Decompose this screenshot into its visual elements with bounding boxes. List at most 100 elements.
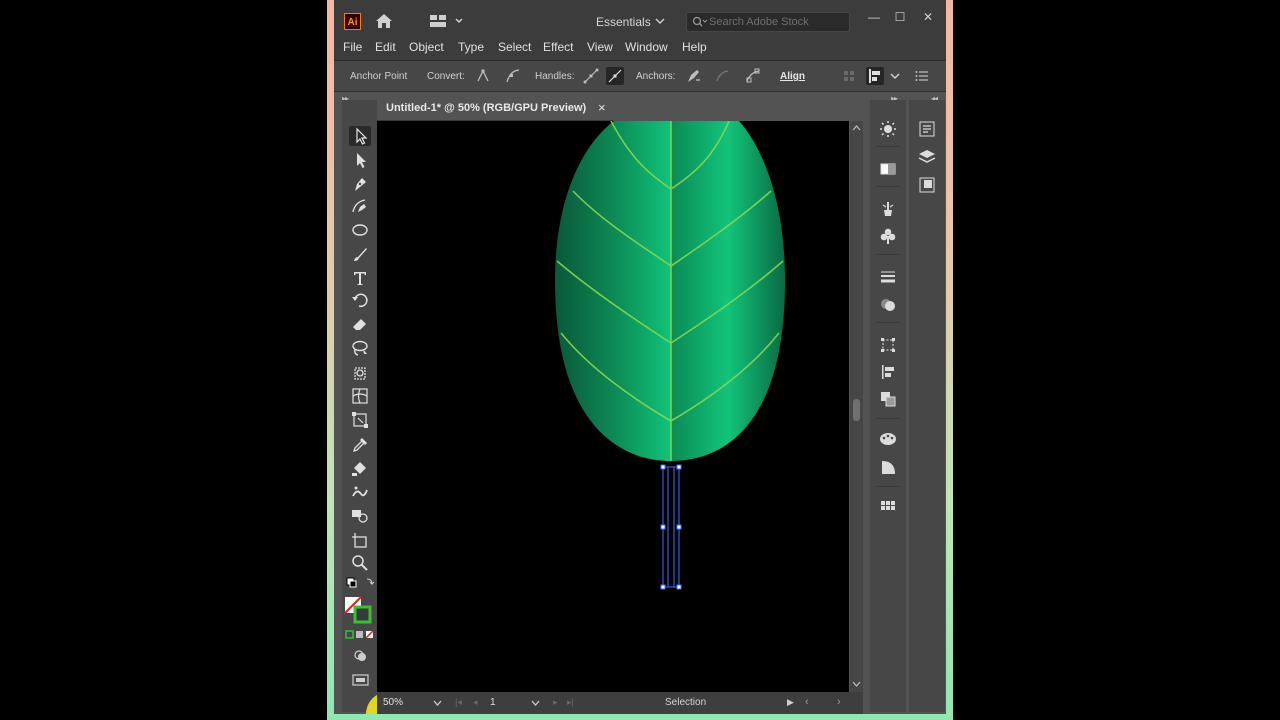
panel-menu-icon[interactable] — [913, 67, 931, 85]
menu-help[interactable]: Help — [682, 40, 707, 54]
panel-separator — [876, 418, 900, 419]
last-artboard-icon[interactable]: ▸| — [567, 697, 574, 708]
scroll-down-icon[interactable] — [852, 681, 861, 687]
ellipse-tool[interactable] — [349, 220, 371, 240]
menu-bar: File Edit Object Type Select Effect View… — [334, 38, 946, 60]
appearance-icon[interactable] — [879, 430, 897, 448]
lasso-tool[interactable] — [349, 338, 371, 358]
status-text: Selection — [665, 697, 707, 708]
artboard-dropdown-icon[interactable] — [531, 700, 540, 706]
chevron-down-icon[interactable] — [655, 17, 665, 25]
color-guide-icon[interactable] — [879, 120, 897, 138]
menu-type[interactable]: Type — [458, 40, 484, 54]
align-button[interactable]: Align — [780, 71, 805, 82]
layers-icon[interactable] — [918, 148, 936, 166]
type-tool[interactable] — [349, 268, 371, 288]
eraser-tool[interactable] — [349, 314, 371, 334]
hide-handles-icon[interactable] — [606, 67, 624, 85]
menu-object[interactable]: Object — [409, 40, 444, 54]
arrange-documents-icon[interactable] — [430, 14, 466, 28]
tools-panel — [342, 100, 410, 714]
brushes-icon[interactable] — [879, 200, 897, 218]
symbol-sprayer-tool-icon — [352, 486, 368, 497]
selection-tool-icon — [356, 127, 368, 145]
chevron-down-icon[interactable] — [886, 67, 904, 85]
direct-selection-tool[interactable] — [349, 150, 371, 170]
vertical-scrollbar[interactable] — [850, 121, 863, 692]
scrollbar-thumb[interactable] — [853, 399, 860, 421]
selected-stem[interactable] — [660, 464, 682, 590]
document-tab-title: Untitled-1* @ 50% (RGB/GPU Preview) — [386, 102, 587, 114]
transparency-icon[interactable] — [879, 296, 897, 314]
scroll-left-icon[interactable]: ‹ — [805, 696, 809, 708]
align-icon[interactable] — [879, 363, 897, 381]
scroll-up-icon[interactable] — [852, 125, 861, 131]
paintbrush-tool-icon — [354, 248, 367, 261]
stock-search-input[interactable]: Search Adobe Stock — [686, 12, 850, 32]
symbols-icon[interactable] — [879, 227, 897, 245]
menu-window[interactable]: Window — [625, 40, 668, 54]
paintbrush-tool[interactable] — [349, 244, 371, 264]
color-mode-icons[interactable] — [345, 630, 377, 640]
first-artboard-icon[interactable]: |◂ — [455, 697, 462, 708]
panel-separator — [876, 254, 900, 255]
remove-anchor-icon[interactable] — [684, 67, 702, 85]
cut-path-icon[interactable] — [744, 67, 762, 85]
zoom-tool[interactable] — [349, 552, 371, 572]
next-artboard-icon[interactable]: ▸ — [553, 697, 558, 708]
previous-artboard-icon[interactable]: ◂ — [473, 697, 478, 708]
document-tab[interactable]: Untitled-1* @ 50% (RGB/GPU Preview) × — [377, 96, 613, 121]
home-icon[interactable] — [374, 12, 394, 30]
swatches-icon[interactable] — [879, 498, 897, 516]
zoom-level[interactable]: 50% — [383, 697, 403, 708]
pathfinder-icon[interactable] — [879, 390, 897, 408]
isolate-icon[interactable] — [840, 67, 858, 85]
gradient-icon[interactable] — [879, 160, 897, 178]
scroll-right-icon[interactable]: › — [837, 696, 841, 708]
shape-builder-tool[interactable] — [349, 506, 371, 526]
live-paint-bucket-tool[interactable] — [349, 458, 371, 478]
selection-tool[interactable] — [349, 126, 371, 146]
menu-edit[interactable]: Edit — [375, 40, 396, 54]
artboard-tool[interactable] — [349, 530, 371, 550]
menu-effect[interactable]: Effect — [543, 40, 573, 54]
maximize-button[interactable]: ☐ — [890, 8, 910, 26]
libraries-icon[interactable] — [918, 176, 936, 194]
menu-file[interactable]: File — [343, 40, 362, 54]
artboard-number[interactable]: 1 — [490, 697, 496, 708]
curvature-tool[interactable] — [349, 196, 371, 216]
convert-to-corner-icon[interactable] — [474, 67, 492, 85]
transform-icon[interactable] — [879, 336, 897, 354]
default-fill-stroke-icon[interactable] — [345, 576, 377, 590]
close-window-button[interactable]: ✕ — [918, 8, 938, 26]
status-menu-icon[interactable]: ▶ — [787, 697, 794, 708]
close-document-button[interactable]: × — [598, 100, 606, 115]
minimize-button[interactable]: — — [864, 8, 884, 26]
workspace-switcher[interactable]: Essentials — [596, 15, 651, 29]
menu-select[interactable]: Select — [498, 40, 531, 54]
fill-stroke-swatch[interactable] — [344, 596, 374, 626]
rotate-tool[interactable] — [349, 290, 371, 310]
eyedropper-tool[interactable] — [349, 434, 371, 454]
graphic-styles-icon[interactable] — [879, 458, 897, 476]
screen-mode-icon[interactable] — [351, 672, 371, 688]
puppet-warp-tool[interactable] — [349, 362, 371, 382]
stroke-icon[interactable] — [879, 268, 897, 286]
app-logo: Ai — [344, 13, 361, 30]
connect-paths-icon[interactable] — [714, 67, 732, 85]
menu-view[interactable]: View — [587, 40, 613, 54]
convert-to-smooth-icon[interactable] — [504, 67, 522, 85]
show-handles-icon[interactable] — [582, 67, 600, 85]
symbol-sprayer-tool[interactable] — [349, 482, 371, 502]
free-transform-tool[interactable] — [349, 410, 371, 430]
free-transform-tool-icon — [352, 412, 368, 428]
panel-separator — [876, 322, 900, 323]
artboard-canvas[interactable] — [377, 120, 849, 692]
align-left-icon[interactable] — [866, 67, 884, 85]
mesh-tool[interactable] — [349, 386, 371, 406]
properties-icon[interactable] — [918, 120, 936, 138]
search-icon — [692, 16, 708, 27]
drawing-mode-icon[interactable] — [351, 648, 371, 664]
zoom-dropdown-icon[interactable] — [433, 700, 442, 706]
pen-tool[interactable] — [349, 174, 371, 194]
